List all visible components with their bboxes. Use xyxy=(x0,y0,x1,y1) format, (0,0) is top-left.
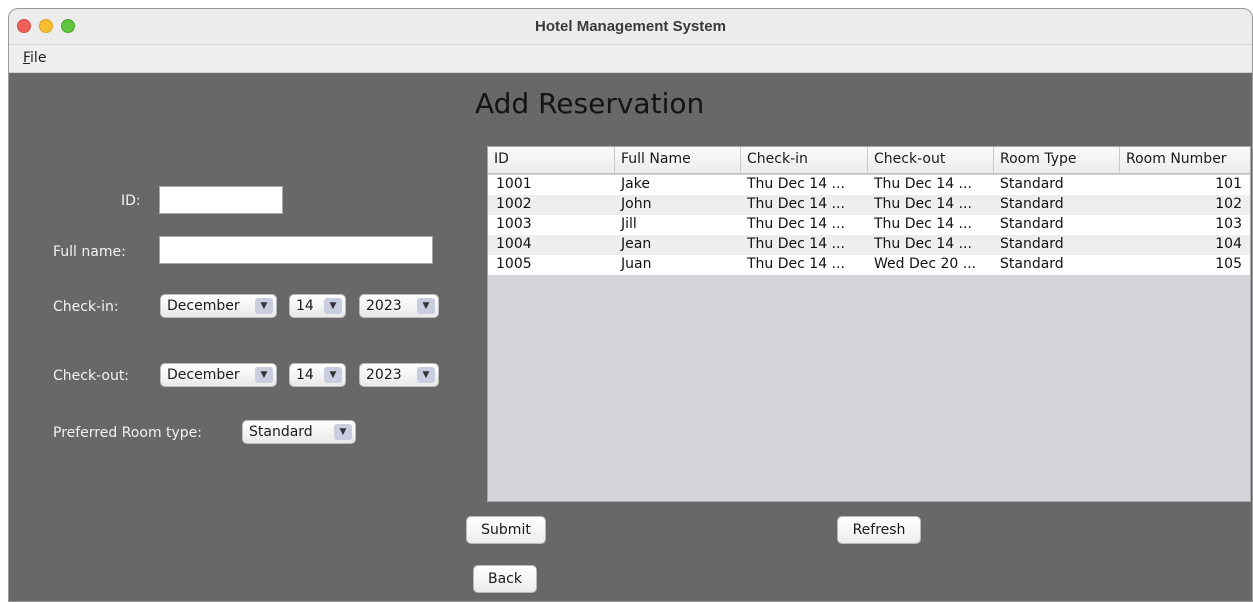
roomtype-select[interactable]: Standard ▼ xyxy=(242,420,356,444)
table-row[interactable]: 1002 John Thu Dec 14 ... Thu Dec 14 ... … xyxy=(488,195,1250,215)
cell-full-name: Jill xyxy=(621,216,637,232)
cell-room-number: 105 xyxy=(1215,256,1242,272)
cell-check-out: Thu Dec 14 ... xyxy=(874,236,972,252)
column-header-id[interactable]: ID xyxy=(488,147,615,174)
cell-room-number: 102 xyxy=(1215,196,1242,212)
cell-full-name: Jean xyxy=(621,236,652,252)
cell-room-type: Standard xyxy=(1000,256,1064,272)
cell-room-type: Standard xyxy=(1000,216,1064,232)
checkout-day-value: 14 xyxy=(296,367,314,383)
checkin-month-select[interactable]: December ▼ xyxy=(160,294,277,318)
chevron-down-icon: ▼ xyxy=(334,424,352,440)
cell-room-number: 103 xyxy=(1215,216,1242,232)
menu-file-label: ile xyxy=(30,50,47,66)
checkout-day-select[interactable]: 14 ▼ xyxy=(289,363,346,387)
menu-file[interactable]: File xyxy=(23,50,46,66)
cell-check-in: Thu Dec 14 ... xyxy=(747,236,845,252)
checkout-label: Check-out: xyxy=(53,368,130,384)
roomtype-value: Standard xyxy=(249,424,313,440)
checkout-month-value: December xyxy=(167,367,240,383)
checkin-day-value: 14 xyxy=(296,298,314,314)
back-button[interactable]: Back xyxy=(473,565,537,593)
cell-room-number: 101 xyxy=(1215,176,1242,192)
menu-file-mnemonic: F xyxy=(23,50,31,66)
table-header: ID Full Name Check-in Check-out Room Typ… xyxy=(488,147,1250,174)
checkout-month-select[interactable]: December ▼ xyxy=(160,363,277,387)
chevron-down-icon: ▼ xyxy=(324,367,342,383)
checkin-month-value: December xyxy=(167,298,240,314)
cell-id: 1005 xyxy=(496,256,532,272)
table-row[interactable]: 1004 Jean Thu Dec 14 ... Thu Dec 14 ... … xyxy=(488,235,1250,255)
column-header-room-number[interactable]: Room Number xyxy=(1120,147,1252,174)
cell-check-out: Thu Dec 14 ... xyxy=(874,196,972,212)
submit-button[interactable]: Submit xyxy=(466,516,546,544)
page-title: Add Reservation xyxy=(475,87,705,120)
reservations-table[interactable]: ID Full Name Check-in Check-out Room Typ… xyxy=(487,146,1251,502)
cell-full-name: Juan xyxy=(621,256,652,272)
app-window: Hotel Management System File Add Reserva… xyxy=(8,8,1253,602)
checkin-day-select[interactable]: 14 ▼ xyxy=(289,294,346,318)
table-row[interactable]: 1001 Jake Thu Dec 14 ... Thu Dec 14 ... … xyxy=(488,175,1250,195)
checkin-year-select[interactable]: 2023 ▼ xyxy=(359,294,439,318)
cell-check-out: Thu Dec 14 ... xyxy=(874,216,972,232)
column-header-check-out[interactable]: Check-out xyxy=(868,147,994,174)
chevron-down-icon: ▼ xyxy=(255,367,273,383)
cell-check-in: Thu Dec 14 ... xyxy=(747,196,845,212)
id-field[interactable] xyxy=(159,186,283,214)
cell-room-type: Standard xyxy=(1000,236,1064,252)
refresh-button[interactable]: Refresh xyxy=(837,516,921,544)
cell-id: 1004 xyxy=(496,236,532,252)
title-bar: Hotel Management System xyxy=(9,9,1252,45)
table-row[interactable]: 1005 Juan Thu Dec 14 ... Wed Dec 20 ... … xyxy=(488,255,1250,275)
table-row[interactable]: 1003 Jill Thu Dec 14 ... Thu Dec 14 ... … xyxy=(488,215,1250,235)
fullname-label: Full name: xyxy=(53,244,126,260)
cell-room-type: Standard xyxy=(1000,196,1064,212)
roomtype-label: Preferred Room type: xyxy=(53,425,203,441)
cell-id: 1001 xyxy=(496,176,532,192)
cell-room-type: Standard xyxy=(1000,176,1064,192)
chevron-down-icon: ▼ xyxy=(417,367,435,383)
chevron-down-icon: ▼ xyxy=(255,298,273,314)
id-label: ID: xyxy=(121,193,141,209)
cell-check-in: Thu Dec 14 ... xyxy=(747,256,845,272)
column-header-full-name[interactable]: Full Name xyxy=(615,147,741,174)
cell-check-in: Thu Dec 14 ... xyxy=(747,176,845,192)
chevron-down-icon: ▼ xyxy=(417,298,435,314)
column-header-room-type[interactable]: Room Type xyxy=(994,147,1120,174)
cell-check-out: Thu Dec 14 ... xyxy=(874,176,972,192)
checkout-year-select[interactable]: 2023 ▼ xyxy=(359,363,439,387)
cell-full-name: John xyxy=(621,196,652,212)
cell-room-number: 104 xyxy=(1215,236,1242,252)
cell-id: 1002 xyxy=(496,196,532,212)
cell-full-name: Jake xyxy=(621,176,650,192)
checkin-label: Check-in: xyxy=(53,299,119,315)
column-header-check-in[interactable]: Check-in xyxy=(741,147,868,174)
window-title: Hotel Management System xyxy=(535,18,726,35)
chevron-down-icon: ▼ xyxy=(324,298,342,314)
checkout-year-value: 2023 xyxy=(366,367,402,383)
cell-id: 1003 xyxy=(496,216,532,232)
fullname-field[interactable] xyxy=(159,236,433,264)
cell-check-in: Thu Dec 14 ... xyxy=(747,216,845,232)
menu-bar: File xyxy=(9,45,1252,73)
cell-check-out: Wed Dec 20 ... xyxy=(874,256,977,272)
checkin-year-value: 2023 xyxy=(366,298,402,314)
